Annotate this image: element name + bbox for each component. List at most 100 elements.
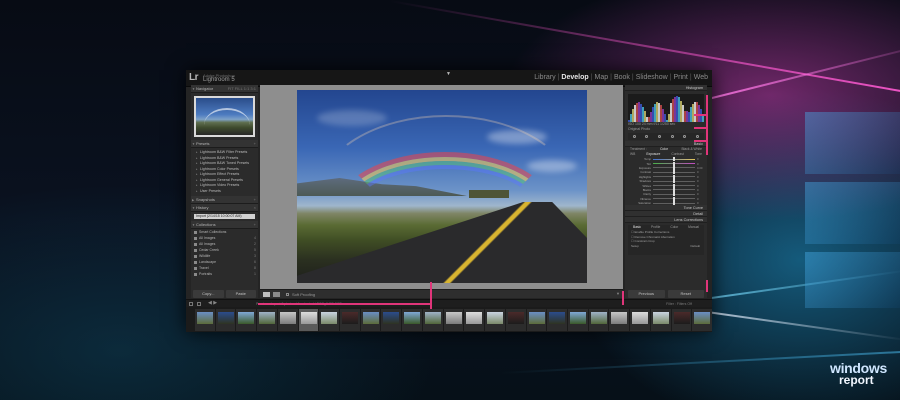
filmstrip-thumbnail[interactable] <box>526 309 547 331</box>
slider-track[interactable] <box>653 201 695 206</box>
slider-track[interactable] <box>653 187 695 192</box>
navigator-preview[interactable] <box>194 96 255 137</box>
add-preset-icon[interactable]: + <box>254 140 256 148</box>
paste-button[interactable]: Paste <box>225 290 256 298</box>
module-slideshow[interactable]: Slideshow <box>634 74 670 81</box>
spot-removal-icon[interactable] <box>645 135 649 138</box>
filmstrip-thumbnail[interactable] <box>464 309 485 331</box>
loupe-view-icon[interactable] <box>263 292 270 297</box>
snapshots-header[interactable]: ▶ Snapshots + <box>191 196 258 204</box>
slider-track[interactable] <box>653 183 695 188</box>
module-print[interactable]: Print <box>671 74 689 81</box>
slider-knob[interactable] <box>673 165 675 170</box>
slider-track[interactable] <box>653 165 695 170</box>
collections-header[interactable]: ▼ Collections + <box>191 221 258 229</box>
collection-item[interactable]: Portraits 1 <box>191 271 258 277</box>
history-entry[interactable]: Import (2/14/15 10:00:07 AM) <box>194 214 255 219</box>
loupe-icon[interactable] <box>197 302 201 306</box>
slider-track[interactable] <box>653 192 695 197</box>
graduated-filter-icon[interactable] <box>670 135 674 138</box>
grid-view-icon[interactable] <box>189 302 193 306</box>
filmstrip-thumbnail[interactable] <box>588 309 609 331</box>
nav-arrows-icon[interactable]: ◀ ▶ <box>208 300 217 306</box>
filmstrip-thumbnail[interactable] <box>340 309 360 331</box>
filmstrip-thumbnail[interactable] <box>671 309 692 331</box>
filmstrip-thumbnail[interactable] <box>381 309 402 331</box>
slider-track[interactable] <box>653 157 695 162</box>
toolbar-menu-icon[interactable]: ▼ <box>616 291 620 296</box>
slider-knob[interactable] <box>673 161 675 166</box>
histogram-header[interactable]: Histogram <box>625 85 707 91</box>
lens-corrections-header[interactable]: Lens Corrections <box>625 217 707 224</box>
filmstrip-thumbnail[interactable] <box>485 309 505 331</box>
slider-track[interactable] <box>653 170 695 175</box>
navigator-header[interactable]: ▼ Navigator FIT FILL 1:1 3:1 <box>191 85 258 93</box>
filmstrip-thumbnail[interactable] <box>650 309 671 331</box>
slider-knob[interactable] <box>673 192 675 197</box>
slider-knob[interactable] <box>673 201 675 206</box>
adjustment-brush-icon[interactable] <box>696 135 700 138</box>
module-book[interactable]: Book <box>612 74 632 81</box>
crop-icon[interactable] <box>632 135 636 138</box>
filmstrip-thumbnail[interactable] <box>547 309 567 331</box>
filmstrip-thumbnail[interactable] <box>630 309 650 331</box>
filmstrip-thumbnail[interactable] <box>422 309 443 331</box>
lens-tab[interactable]: Color <box>670 225 678 230</box>
slider-track[interactable] <box>653 196 695 201</box>
lens-setup-value[interactable]: Default <box>690 244 704 249</box>
panel-toggle-icon[interactable]: ▼ <box>446 71 451 77</box>
zoom-options[interactable]: FIT FILL 1:1 3:1 <box>228 85 256 93</box>
presets-header[interactable]: ▼ Presets + <box>191 140 258 148</box>
slider-knob[interactable] <box>673 170 675 175</box>
thumbnail-image <box>549 312 566 324</box>
filmstrip-thumbnail[interactable] <box>277 309 298 331</box>
filmstrip-thumbnail[interactable] <box>402 309 422 331</box>
filmstrip-thumbnail[interactable] <box>319 309 340 331</box>
lens-options: ☐ Enable Profile Corrections ☐ Remove Chr… <box>628 230 704 244</box>
history-header[interactable]: ▼ History × <box>191 204 258 212</box>
lens-tab[interactable]: Manual <box>688 225 699 230</box>
module-map[interactable]: Map <box>592 74 610 81</box>
filmstrip-thumbnail[interactable] <box>215 309 236 331</box>
filmstrip-thumbnail[interactable] <box>195 309 215 331</box>
radial-filter-icon[interactable] <box>683 135 687 138</box>
slider-label: Whites <box>642 183 651 188</box>
filmstrip-thumbnail[interactable] <box>360 309 381 331</box>
filmstrip-thumbnail[interactable] <box>257 309 277 331</box>
slider-knob[interactable] <box>673 183 675 188</box>
slider-track[interactable] <box>653 179 695 184</box>
slider-knob[interactable] <box>673 196 675 201</box>
tool-strip <box>628 133 704 140</box>
previous-button[interactable]: Previous <box>628 290 665 298</box>
preset-folder[interactable]: User Presets <box>194 189 255 195</box>
slider-knob[interactable] <box>673 187 675 192</box>
slider-knob[interactable] <box>673 179 675 184</box>
thumbnail-image <box>197 312 213 324</box>
filmstrip-thumbnail[interactable] <box>443 309 464 331</box>
add-collection-icon[interactable]: + <box>254 221 256 229</box>
slider-track[interactable] <box>653 174 695 179</box>
module-library[interactable]: Library <box>532 74 557 81</box>
filmstrip-thumbnail[interactable] <box>236 309 257 331</box>
filmstrip-thumbnail[interactable] <box>692 309 712 331</box>
image-canvas[interactable] <box>260 85 623 289</box>
filmstrip-thumbnail[interactable] <box>567 309 588 331</box>
slider-knob[interactable] <box>673 174 675 179</box>
clear-history-icon[interactable]: × <box>254 204 256 212</box>
soft-proofing-checkbox[interactable] <box>286 293 289 296</box>
histogram[interactable] <box>628 94 704 122</box>
copy-button[interactable]: Copy... <box>193 290 224 298</box>
slider-knob[interactable] <box>673 157 675 162</box>
rainbow-road-photo[interactable] <box>297 90 587 283</box>
filmstrip-thumbnail[interactable] <box>298 309 319 331</box>
add-snapshot-icon[interactable]: + <box>254 196 256 204</box>
red-eye-icon[interactable] <box>658 135 662 138</box>
before-after-icon[interactable] <box>273 292 280 297</box>
filmstrip-thumbnail[interactable] <box>505 309 526 331</box>
treatment-color[interactable]: Color <box>660 147 668 152</box>
module-web[interactable]: Web <box>692 74 710 81</box>
slider-track[interactable] <box>653 161 695 166</box>
reset-button[interactable]: Reset <box>667 290 704 298</box>
filmstrip-thumbnail[interactable] <box>609 309 630 331</box>
module-develop[interactable]: Develop <box>559 74 590 81</box>
